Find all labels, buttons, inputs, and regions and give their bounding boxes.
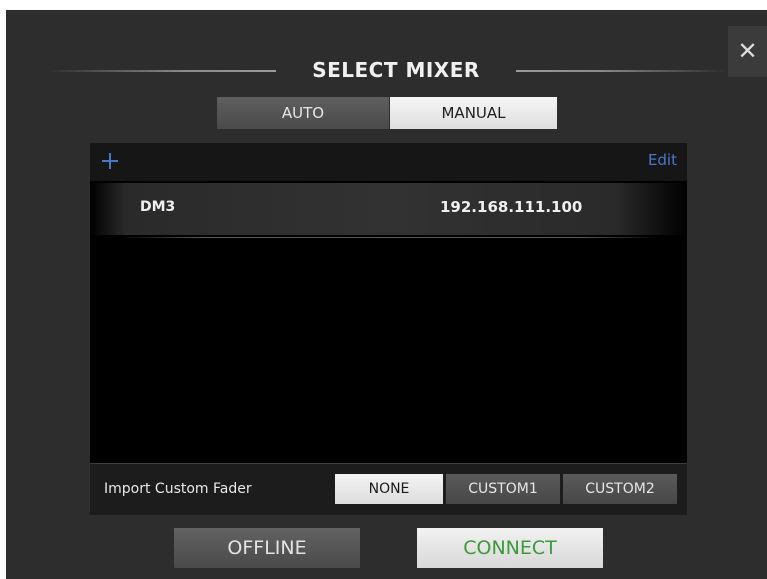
import-custom-fader-label: Import Custom Fader [104,481,252,497]
list-row-divider [120,237,660,238]
tab-manual[interactable]: MANUAL [390,97,557,129]
tab-auto[interactable]: AUTO [217,97,389,129]
fader-option-none[interactable]: NONE [335,474,443,504]
close-button[interactable]: ✕ [728,26,767,77]
fader-option-custom1[interactable]: CUSTOM1 [446,474,560,504]
select-mixer-dialog: ✕ SELECT MIXER AUTO MANUAL Edit DM3 192.… [6,10,767,579]
list-item[interactable]: DM3 192.168.111.100 [90,183,687,235]
mixer-ip-address: 192.168.111.100 [440,198,583,216]
title-divider-right [516,70,726,72]
dialog-title: SELECT MIXER [312,58,480,82]
offline-button[interactable]: OFFLINE [174,528,360,568]
import-custom-fader-bar: Import Custom Fader NONE CUSTOM1 CUSTOM2 [90,463,687,515]
plus-icon[interactable] [100,151,120,171]
close-icon[interactable]: ✕ [737,37,757,65]
fader-option-custom2[interactable]: CUSTOM2 [563,474,677,504]
title-divider-left [46,70,276,72]
mixer-list-header: Edit [90,143,687,181]
mixer-list-panel: Edit DM3 192.168.111.100 [90,143,687,515]
edit-button[interactable]: Edit [648,151,677,169]
mixer-name: DM3 [140,199,176,215]
connect-button[interactable]: CONNECT [417,528,603,568]
